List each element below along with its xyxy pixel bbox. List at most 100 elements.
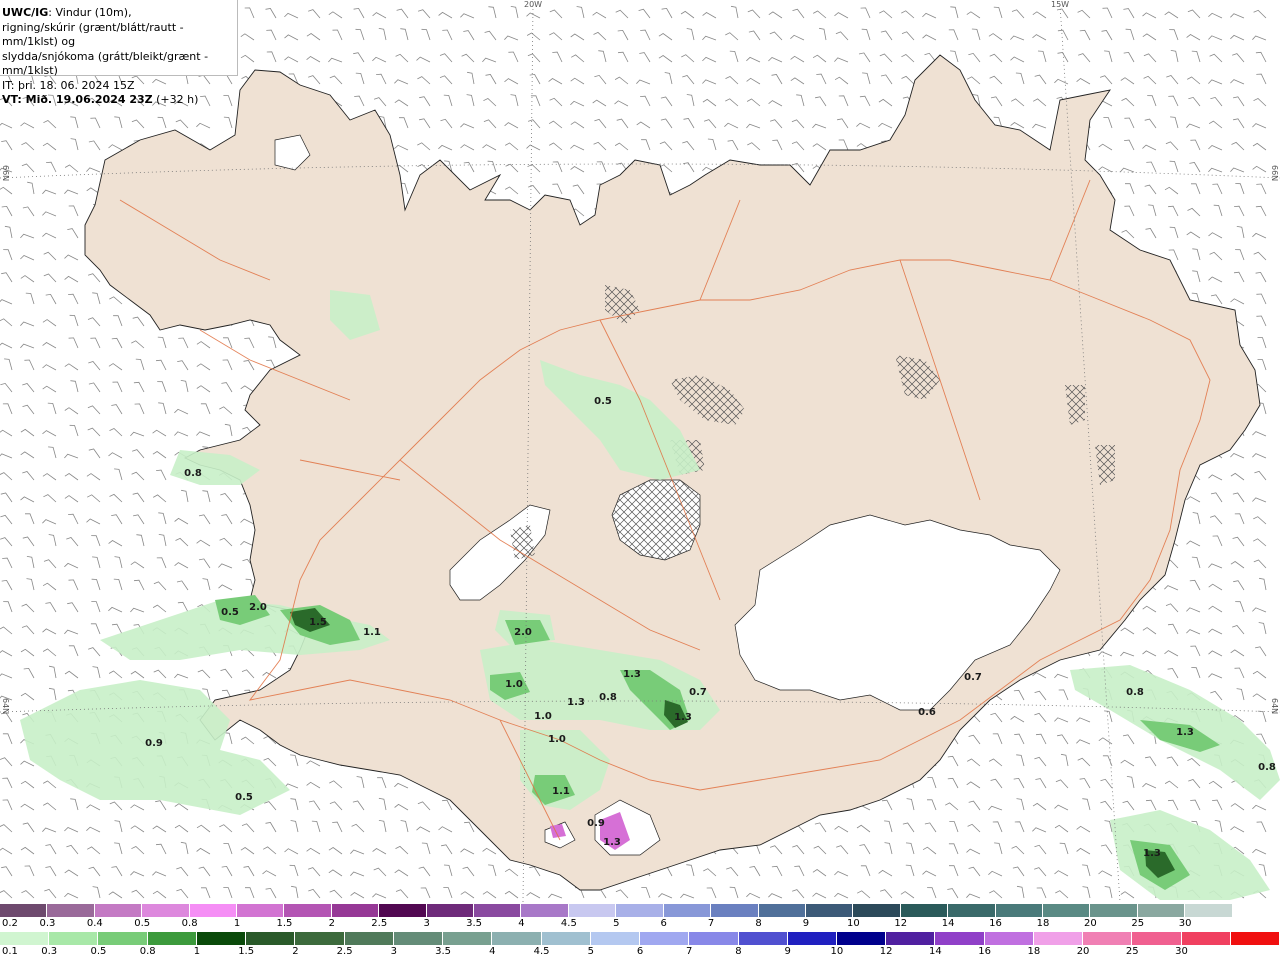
legend-swatch [663,904,712,917]
legend-swatch [147,932,197,945]
legend-swatch [246,932,296,945]
legend-label: 4.5 [560,918,577,929]
legend-swatch [1090,904,1138,917]
legend-swatch [853,904,901,917]
precip-value-label: 2.0 [249,602,267,613]
legend-swatch [616,904,664,917]
precip-value-label: 1.0 [534,711,552,722]
legend-label: 0.5 [90,946,107,957]
legend-label: 14 [941,918,955,929]
title-rest: : Vindur (10m), [48,6,132,19]
legend-snow-labels: 0.2 0.3 0.4 0.5 0.8 1 1.5 2 2.5 3 3.5 4 4.5 5 6 7 8 9 10 12… [0,918,1280,932]
legend-label: 4 [489,946,496,957]
legend-swatch [0,932,50,945]
legend-label: 6 [660,918,667,929]
legend-swatch [393,932,444,945]
precip-value-label: 0.8 [1126,687,1144,698]
legend-label: 9 [802,918,810,929]
legend-label: 16 [989,918,1002,929]
legend-label: 2 [292,946,299,957]
legend-label: 7 [686,946,693,957]
map-info-box: UWC/IG: Vindur (10m), rigning/skúrir (gr… [0,0,238,106]
legend-swatch [805,904,854,917]
legend-label: 5 [613,918,620,929]
legend-label: 14 [929,946,942,957]
legend-swatch [0,904,48,917]
legend-swatch [1083,932,1133,945]
model-name: UWC/IG [2,6,49,19]
legend-label: 25 [1125,946,1139,957]
legend-label: 7 [707,918,715,929]
legend-label: 18 [1027,946,1041,957]
legend-swatch [47,904,95,917]
precip-value-label: 0.5 [594,396,612,407]
legend-swatch [1181,932,1231,945]
legend-swatch [1232,904,1280,917]
legend-swatch [568,904,617,917]
legend-label: 6 [636,946,644,957]
legend-label: 1 [193,946,201,957]
legend-swatch [590,932,641,945]
legend-swatch [344,932,394,945]
legend-snow-colorbar [0,904,1280,917]
legend-swatch [738,932,788,945]
precip-value-label: 0.8 [599,692,617,703]
legend-label: 8 [735,946,742,957]
legend-label: 4.5 [533,946,550,957]
precip-value-label: 0.9 [145,738,163,749]
legend-swatch [196,932,247,945]
lon-label-15w: 15W [1051,0,1070,9]
legend-swatch [295,932,345,945]
precip-value-label: 2.0 [514,627,532,638]
legend-label: 0.8 [139,946,156,957]
precip-value-label: 0.7 [964,672,982,683]
legend-snow-desc: slydda/snjókoma (grátt/bleikt/grænt - mm… [2,49,209,78]
legend-label: 20 [1076,946,1090,957]
valid-time: VT: Mið. 19.06.2024 23Z [2,93,153,106]
legend-label: 3 [390,946,398,957]
valid-time-offset: (+32 h) [152,93,199,106]
legend-rain-colorbar [0,932,1280,945]
legend-label: 10 [846,918,860,929]
legend-label: 10 [830,946,844,957]
legend-label: 0.8 [181,918,198,929]
legend-swatch [1042,904,1091,917]
legend-swatch [142,904,190,917]
weather-map: 0.8 0.5 2.0 1.5 1.1 2.0 0.5 1.0 1.3 0.8 0.7 1.3 1.0 1… [0,0,1280,902]
legend-swatch [1132,932,1182,945]
precip-value-label: 1.1 [363,627,381,638]
precip-value-label: 1.3 [623,669,641,680]
legend-swatch [49,932,99,945]
legend-label: 2 [328,918,336,929]
legend-swatch [284,904,332,917]
legend-swatch [474,904,522,917]
lat-label-66n-right: 66N [1270,165,1279,182]
legend-label: 2.5 [371,918,388,929]
legend-label: 1.5 [276,918,293,929]
legend-label: 3 [423,918,430,929]
legend-label: 30 [1175,946,1188,957]
legend-label: 8 [755,918,762,929]
precip-value-label: 1.3 [674,712,692,723]
precip-value-label: 1.0 [505,679,523,690]
legend-label: 1 [233,918,241,929]
legend-label: 3.5 [435,946,452,957]
precip-value-label: 0.8 [184,468,202,479]
legend-swatch [443,932,493,945]
legend-label: 1.5 [238,946,255,957]
legend-swatch [189,904,238,917]
legend-label: 0.4 [86,918,103,929]
lon-label-20w: 20W [524,0,543,9]
precip-value-label: 0.7 [689,687,707,698]
legend-label: 16 [978,946,991,957]
precip-value-label: 1.1 [552,786,570,797]
legend-swatch [1185,904,1233,917]
legend-label: 12 [879,946,893,957]
legend-swatch [984,932,1034,945]
legend-label: 0.3 [41,946,58,957]
legend-label: 0.3 [39,918,56,929]
initial-time: IT: þri. 18. 06. 2024 15Z [2,78,135,92]
legend-rain-desc: rigning/skúrir (grænt/blátt/rautt - mm/1… [2,20,184,49]
precip-value-label: 1.3 [1143,848,1161,859]
legend-swatch [787,932,837,945]
